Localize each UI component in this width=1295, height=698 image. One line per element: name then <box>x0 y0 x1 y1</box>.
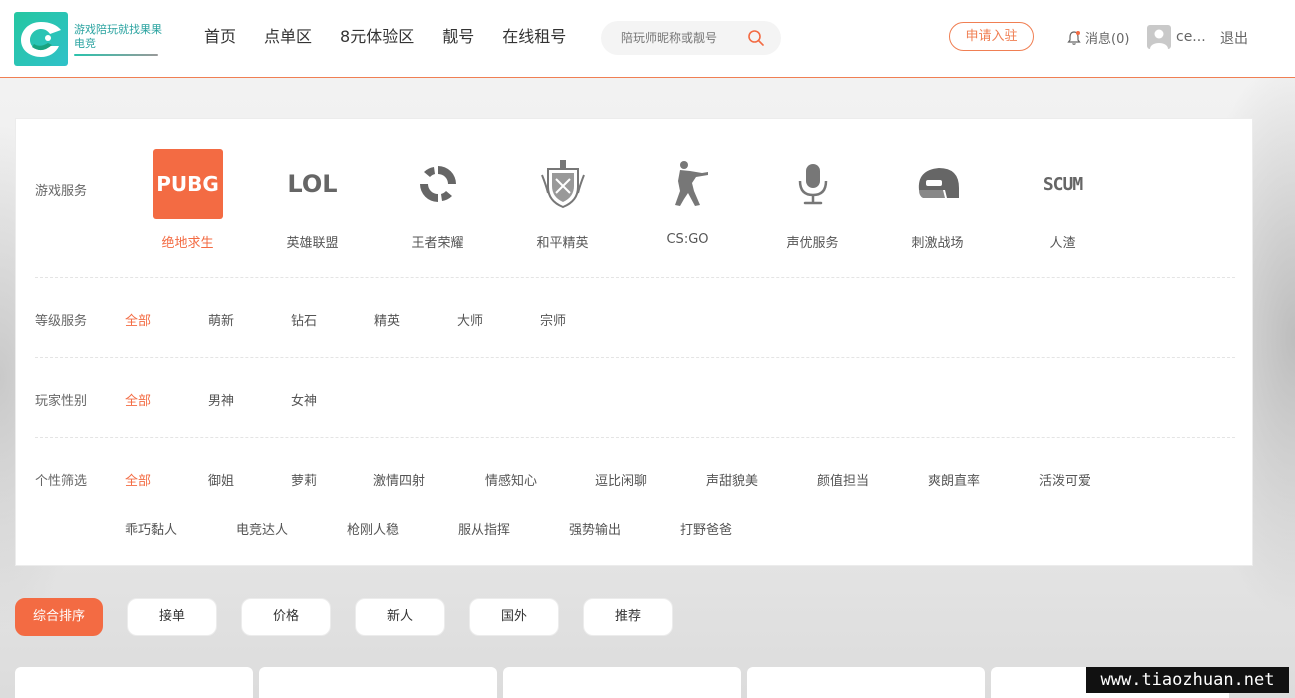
personality-option[interactable]: 御姐 <box>208 470 291 489</box>
player-card-list <box>15 667 1235 698</box>
search-icon[interactable] <box>747 29 765 47</box>
lol-logo-icon: LOL <box>287 170 338 198</box>
game-service-label: 游戏服务 <box>35 184 88 199</box>
helmet-icon <box>903 149 973 219</box>
honor-of-kings-icon <box>403 149 473 219</box>
game-item-csgo[interactable]: CS:GO <box>625 149 750 251</box>
dolphin-logo-icon <box>14 12 68 66</box>
game-item-voice-service[interactable]: 声优服务 <box>750 149 875 251</box>
player-card[interactable] <box>747 667 985 698</box>
messages-link[interactable]: 消息(0) <box>1066 28 1129 47</box>
gender-options: 全部 男神 女神 <box>125 390 374 409</box>
sort-price[interactable]: 价格 <box>241 598 331 636</box>
nav-order-zone[interactable]: 点单区 <box>264 26 312 48</box>
game-item-label: 王者荣耀 <box>411 236 464 251</box>
sort-recommended[interactable]: 推荐 <box>583 598 673 636</box>
personality-option[interactable]: 爽朗直率 <box>928 470 1039 489</box>
personality-filter-label: 个性筛选 <box>35 474 88 489</box>
search-input[interactable] <box>621 29 741 47</box>
messages-label: 消息(0) <box>1085 32 1130 47</box>
filter-panel: 游戏服务 PUBG 绝地求生 LOL 英雄联盟 王者荣耀 和平精英 CS:GO … <box>15 118 1253 566</box>
game-item-label: CS:GO <box>666 232 709 247</box>
game-list: PUBG 绝地求生 LOL 英雄联盟 王者荣耀 和平精英 CS:GO 声优服务 … <box>125 149 1125 251</box>
game-item-label: 刺激战场 <box>911 236 964 251</box>
personality-option[interactable]: 打野爸爸 <box>680 519 770 538</box>
personality-option[interactable]: 情感知心 <box>485 470 595 489</box>
logout-link[interactable]: 退出 <box>1220 28 1248 48</box>
personality-option[interactable]: 萝莉 <box>291 470 373 489</box>
sort-comprehensive[interactable]: 综合排序 <box>15 598 103 636</box>
personality-options-row2: 乖巧黏人 电竞达人 枪刚人稳 服从指挥 强势输出 打野爸爸 <box>125 519 770 538</box>
personality-option[interactable]: 激情四射 <box>373 470 485 489</box>
search-box <box>601 21 781 55</box>
player-gender-label: 玩家性别 <box>35 394 88 409</box>
personality-option[interactable]: 服从指挥 <box>458 519 569 538</box>
level-options: 全部 萌新 钻石 精英 大师 宗师 <box>125 310 623 329</box>
apply-join-button[interactable]: 申请入驻 <box>949 22 1034 51</box>
game-item-pubg[interactable]: PUBG 绝地求生 <box>125 149 250 251</box>
sort-newcomer[interactable]: 新人 <box>355 598 445 636</box>
personality-option[interactable]: 颜值担当 <box>817 470 928 489</box>
game-item-label: 绝地求生 <box>161 236 214 251</box>
level-option-elite[interactable]: 精英 <box>374 310 457 329</box>
game-item-peace-elite[interactable]: 和平精英 <box>500 149 625 251</box>
personality-option[interactable]: 全部 <box>125 470 208 489</box>
scum-logo-icon: SCUM <box>1042 173 1083 195</box>
nav-trial-zone[interactable]: 8元体验区 <box>340 26 414 48</box>
game-item-label: 声优服务 <box>786 236 839 251</box>
nav-account-rental[interactable]: 在线租号 <box>502 26 566 48</box>
level-option-newbie[interactable]: 萌新 <box>208 310 291 329</box>
divider <box>35 277 1235 278</box>
nav-vanity-id[interactable]: 靓号 <box>442 26 474 48</box>
personality-option[interactable]: 电竞达人 <box>236 519 347 538</box>
sort-overseas[interactable]: 国外 <box>469 598 559 636</box>
username: ce... <box>1176 29 1206 45</box>
game-item-label: 和平精英 <box>536 236 589 251</box>
sort-orders[interactable]: 接单 <box>127 598 217 636</box>
gender-option-all[interactable]: 全部 <box>125 390 208 409</box>
logo-text: 游戏陪玩就找果果电竞 <box>74 22 162 50</box>
player-card[interactable] <box>259 667 497 698</box>
personality-option[interactable]: 声甜貌美 <box>706 470 817 489</box>
personality-option[interactable]: 强势输出 <box>569 519 680 538</box>
game-item-scum[interactable]: SCUM 人渣 <box>1000 149 1125 252</box>
game-item-honor-of-kings[interactable]: 王者荣耀 <box>375 149 500 251</box>
level-option-master[interactable]: 大师 <box>457 310 540 329</box>
player-card[interactable] <box>503 667 741 698</box>
peace-elite-emblem-icon <box>528 149 598 219</box>
divider <box>35 437 1235 438</box>
main-nav: 首页 点单区 8元体验区 靓号 在线租号 <box>204 26 594 48</box>
level-option-grandmaster[interactable]: 宗师 <box>540 310 623 329</box>
top-header: 游戏陪玩就找果果电竞 首页 点单区 8元体验区 靓号 在线租号 申请入驻 消息(… <box>0 0 1295 78</box>
bell-icon <box>1066 30 1082 46</box>
personality-option[interactable]: 活泼可爱 <box>1039 470 1129 489</box>
level-service-label: 等级服务 <box>35 314 88 329</box>
game-item-label: 英雄联盟 <box>286 236 339 251</box>
sort-bar: 综合排序 接单 价格 新人 国外 推荐 <box>15 598 697 636</box>
level-option-all[interactable]: 全部 <box>125 310 208 329</box>
pubg-logo-icon: PUBG <box>152 149 223 219</box>
personality-option[interactable]: 乖巧黏人 <box>125 519 236 538</box>
personality-options-row1: 全部 御姐 萝莉 激情四射 情感知心 逗比闲聊 声甜貌美 颜值担当 爽朗直率 活… <box>125 470 1129 489</box>
gender-option-female[interactable]: 女神 <box>291 390 374 409</box>
game-item-stimulating-battlefield[interactable]: 刺激战场 <box>875 149 1000 251</box>
game-item-lol[interactable]: LOL 英雄联盟 <box>250 149 375 251</box>
csgo-soldier-icon <box>653 149 723 219</box>
site-logo[interactable]: 游戏陪玩就找果果电竞 <box>14 12 164 66</box>
level-option-diamond[interactable]: 钻石 <box>291 310 374 329</box>
player-card[interactable] <box>15 667 253 698</box>
game-item-label: 人渣 <box>1049 236 1076 251</box>
personality-option[interactable]: 枪刚人稳 <box>347 519 458 538</box>
avatar <box>1147 25 1171 49</box>
microphone-icon <box>778 149 848 219</box>
personality-option[interactable]: 逗比闲聊 <box>595 470 706 489</box>
gender-option-male[interactable]: 男神 <box>208 390 291 409</box>
nav-home[interactable]: 首页 <box>204 26 236 48</box>
divider <box>35 357 1235 358</box>
user-menu[interactable]: ce... <box>1147 25 1206 49</box>
watermark: www.tiaozhuan.net <box>1086 667 1289 693</box>
